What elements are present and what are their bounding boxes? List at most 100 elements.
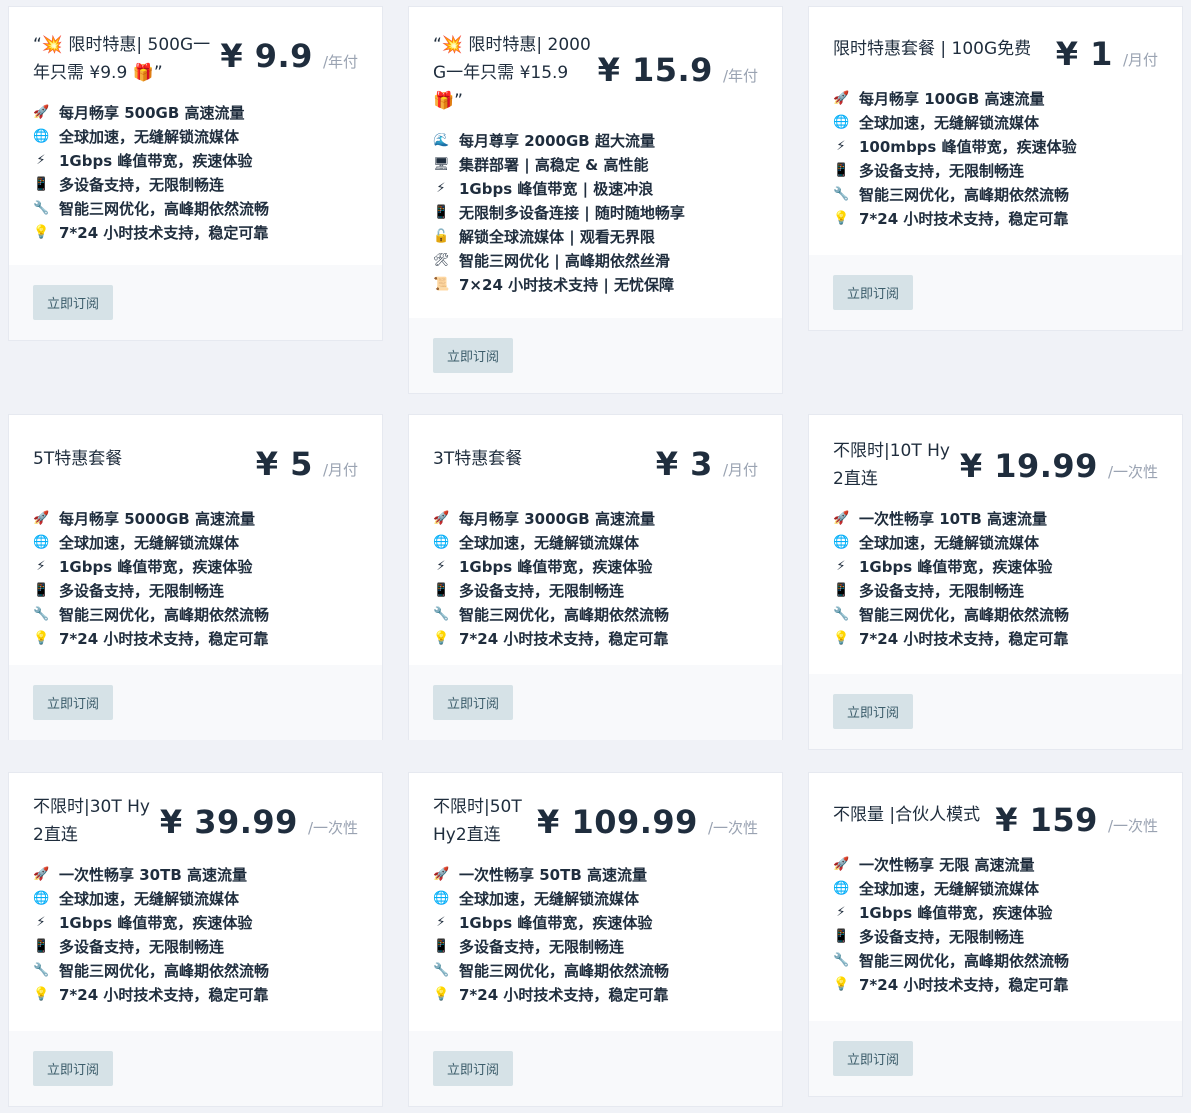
- phone-icon: 📱: [833, 583, 850, 598]
- feature-item: ⚡ 1Gbps 峰值带宽，疾速体验: [33, 911, 358, 935]
- plan-header: 不限时|30T Hy2直连 ¥ 39.99 /一次性: [9, 773, 382, 849]
- plan-period: /一次性: [1107, 817, 1158, 835]
- feature-item: 📱 多设备支持，无限制畅连: [833, 925, 1158, 949]
- subscribe-button[interactable]: 立即订阅: [833, 275, 914, 310]
- feature-item: 🔧 智能三网优化，高峰期依然流畅: [433, 959, 758, 983]
- plan-price: ¥ 19.99: [959, 447, 1098, 485]
- plan-header: 限时特惠套餐 | 100G免费 ¥ 1 /月付: [809, 7, 1182, 73]
- plan-price-wrap: ¥ 9.9 /年付: [220, 37, 358, 75]
- phone-icon: 📱: [433, 205, 450, 220]
- feature-item: 🌐 全球加速，无缝解锁流媒体: [433, 887, 758, 911]
- feature-item: 🔧 智能三网优化，高峰期依然流畅: [33, 197, 358, 221]
- plan-title: 5T特惠套餐: [33, 449, 123, 469]
- feature-item: 🌐 全球加速，无缝解锁流媒体: [433, 531, 758, 555]
- lightning-icon: ⚡: [436, 559, 446, 574]
- feature-item: 🌐 全球加速，无缝解锁流媒体: [33, 531, 358, 555]
- plan-footer: 立即订阅: [409, 318, 782, 393]
- plan-header: 不限时|50T Hy2直连 ¥ 109.99 /一次性: [409, 773, 782, 849]
- plan-price-wrap: ¥ 5 /月付: [256, 445, 358, 483]
- plan-period: /月付: [1122, 51, 1158, 69]
- lightbulb-icon: 💡: [33, 225, 50, 240]
- feature-item: 🚀 每月畅享 100GB 高速流量: [833, 87, 1158, 111]
- plan-card: 不限时|30T Hy2直连 ¥ 39.99 /一次性 🚀 一次性畅享 30TB 高…: [8, 772, 383, 1107]
- lightbulb-icon: 💡: [433, 987, 450, 1002]
- wrench-icon: 🔧: [833, 953, 850, 968]
- feature-item: 🖥 集群部署 | 高稳定 & 高性能: [433, 153, 758, 177]
- subscribe-button[interactable]: 立即订阅: [433, 685, 514, 720]
- plan-title: “💥 限时特惠| 2000G一年只需 ¥15.9 🎁”: [433, 35, 591, 111]
- rocket-icon: 🚀: [33, 105, 50, 120]
- subscribe-button[interactable]: 立即订阅: [33, 1051, 114, 1086]
- feature-item: 🚀 一次性畅享 50TB 高速流量: [433, 863, 758, 887]
- globe-icon: 🌐: [833, 535, 850, 550]
- feature-item: 📱 无限制多设备连接 | 随时随地畅享: [433, 201, 758, 225]
- lightning-icon: ⚡: [836, 559, 846, 574]
- feature-item: 💡 7*24 小时技术支持，稳定可靠: [433, 627, 758, 651]
- phone-icon: 📱: [33, 939, 50, 954]
- feature-item: 🌐 全球加速，无缝解锁流媒体: [833, 877, 1158, 901]
- feature-item: 🚀 每月畅享 3000GB 高速流量: [433, 507, 758, 531]
- feature-item: ⚡ 100mbps 峰值带宽，疾速体验: [833, 135, 1158, 159]
- feature-item: 🌐 全球加速，无缝解锁流媒体: [33, 887, 358, 911]
- plan-price: ¥ 1: [1055, 35, 1113, 73]
- feature-item: 📱 多设备支持，无限制畅连: [33, 935, 358, 959]
- plan-period: /一次性: [1107, 463, 1158, 481]
- feature-item: 🔧 智能三网优化，高峰期依然流畅: [33, 959, 358, 983]
- subscribe-button[interactable]: 立即订阅: [833, 694, 914, 729]
- feature-item: 💡 7*24 小时技术支持，稳定可靠: [33, 221, 358, 245]
- feature-item: 🔧 智能三网优化，高峰期依然流畅: [833, 949, 1158, 973]
- lightning-icon: ⚡: [36, 915, 46, 930]
- feature-item: 📱 多设备支持，无限制畅连: [33, 173, 358, 197]
- feature-item: 🌊 每月尊享 2000GB 超大流量: [433, 129, 758, 153]
- plan-card: 不限时|50T Hy2直连 ¥ 109.99 /一次性 🚀 一次性畅享 50TB …: [408, 772, 783, 1107]
- plan-footer: 立即订阅: [409, 665, 782, 740]
- lightbulb-icon: 💡: [833, 211, 850, 226]
- subscribe-button[interactable]: 立即订阅: [33, 685, 114, 720]
- feature-item: 🔓 解锁全球流媒体 | 观看无界限: [433, 225, 758, 249]
- tools-icon: 🛠: [433, 253, 450, 268]
- feature-item: 🛠 智能三网优化 | 高峰期依然丝滑: [433, 249, 758, 273]
- rocket-icon: 🚀: [33, 511, 50, 526]
- plan-title: 限时特惠套餐 | 100G免费: [833, 39, 1032, 59]
- feature-item: 💡 7*24 小时技术支持，稳定可靠: [33, 627, 358, 651]
- plan-title: 不限时|50T Hy2直连: [433, 797, 522, 845]
- subscribe-button[interactable]: 立即订阅: [33, 285, 114, 320]
- globe-icon: 🌐: [33, 129, 50, 144]
- feature-item: ⚡ 1Gbps 峰值带宽，疾速体验: [433, 911, 758, 935]
- plan-card: 不限时|10T Hy2直连 ¥ 19.99 /一次性 🚀 一次性畅享 10TB 高…: [808, 414, 1183, 750]
- lightbulb-icon: 💡: [433, 631, 450, 646]
- plan-card: 限时特惠套餐 | 100G免费 ¥ 1 /月付 🚀 每月畅享 100GB 高速流量…: [808, 6, 1183, 331]
- lightning-icon: ⚡: [36, 153, 46, 168]
- feature-item: 🚀 一次性畅享 无限 高速流量: [833, 853, 1158, 877]
- feature-item: 📱 多设备支持，无限制畅连: [833, 579, 1158, 603]
- phone-icon: 📱: [433, 939, 450, 954]
- rocket-icon: 🚀: [433, 511, 450, 526]
- feature-item: 🔧 智能三网优化，高峰期依然流畅: [433, 603, 758, 627]
- subscribe-button[interactable]: 立即订阅: [433, 338, 514, 373]
- feature-item: 🔧 智能三网优化，高峰期依然流畅: [33, 603, 358, 627]
- plan-price-wrap: ¥ 1 /月付: [1056, 35, 1158, 73]
- unlock-icon: 🔓: [433, 229, 450, 244]
- plan-price-wrap: ¥ 15.9 /年付: [598, 51, 758, 89]
- plan-price: ¥ 109.99: [537, 803, 698, 841]
- plan-period: /月付: [322, 461, 358, 479]
- subscribe-button[interactable]: 立即订阅: [833, 1041, 914, 1076]
- feature-item: ⚡ 1Gbps 峰值带宽，疾速体验: [433, 555, 758, 579]
- phone-icon: 📱: [433, 583, 450, 598]
- plan-card: “💥 限时特惠| 500G一年只需 ¥9.9 🎁” ¥ 9.9 /年付 🚀 每月畅…: [8, 6, 383, 341]
- feature-item: 📱 多设备支持，无限制畅连: [433, 935, 758, 959]
- subscribe-button[interactable]: 立即订阅: [433, 1051, 514, 1086]
- plan-header: 不限量 |合伙人模式 ¥ 159 /一次性: [809, 773, 1182, 839]
- rocket-icon: 🚀: [833, 857, 850, 872]
- phone-icon: 📱: [833, 163, 850, 178]
- plan-card: 5T特惠套餐 ¥ 5 /月付 🚀 每月畅享 5000GB 高速流量 🌐 全球加速，无…: [8, 414, 383, 740]
- lightning-icon: ⚡: [436, 181, 446, 196]
- wrench-icon: 🔧: [433, 963, 450, 978]
- feature-item: 📜 7×24 小时技术支持 | 无忧保障: [433, 273, 758, 297]
- feature-item: ⚡ 1Gbps 峰值带宽，疾速体验: [833, 901, 1158, 925]
- feature-item: 🔧 智能三网优化，高峰期依然流畅: [833, 603, 1158, 627]
- feature-item: 🌐 全球加速，无缝解锁流媒体: [33, 125, 358, 149]
- feature-item: 💡 7*24 小时技术支持，稳定可靠: [833, 207, 1158, 231]
- plan-title: 不限量 |合伙人模式: [833, 805, 981, 825]
- plan-footer: 立即订阅: [409, 1031, 782, 1106]
